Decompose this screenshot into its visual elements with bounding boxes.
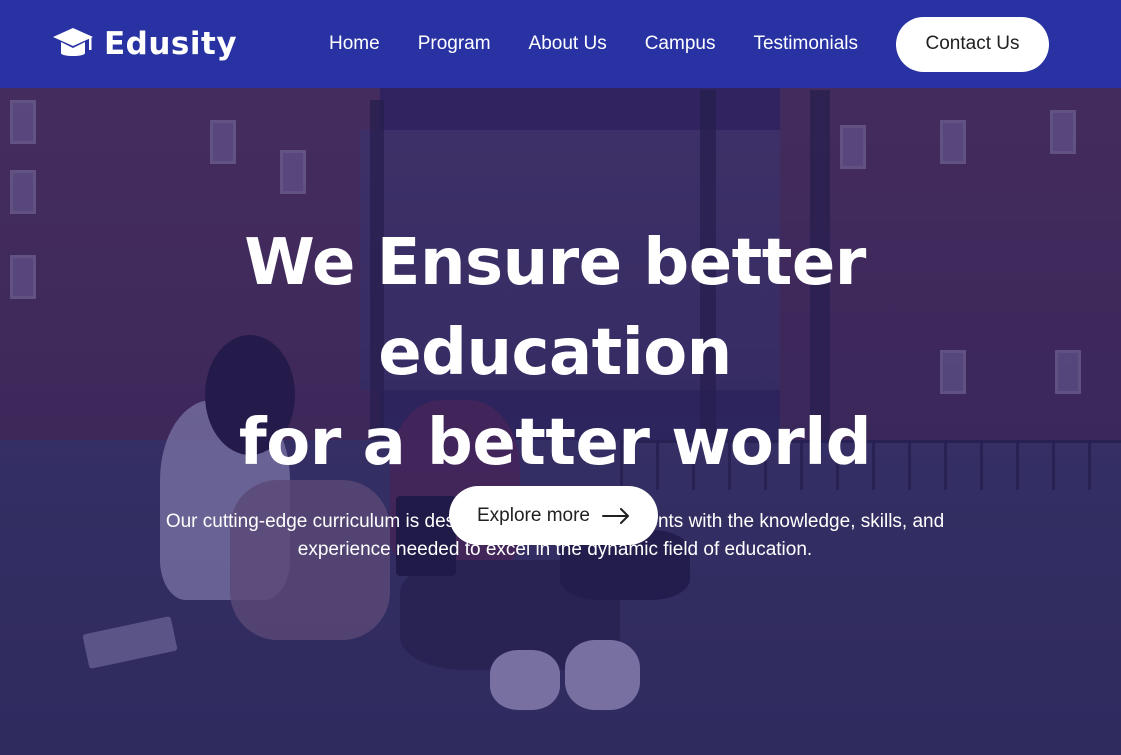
graduation-cap-icon — [53, 28, 93, 56]
nav-item-testimonials[interactable]: Testimonials — [753, 33, 858, 55]
nav-menu: Home Program About Us Campus Testimonial… — [329, 16, 1049, 72]
contact-us-button[interactable]: Contact Us — [896, 16, 1049, 72]
hero-section: We Ensure better education for a better … — [0, 0, 1121, 755]
navbar: Edusity Home Program About Us Campus Tes… — [0, 0, 1121, 88]
hero-title: We Ensure better education for a better … — [60, 218, 1050, 488]
nav-item-campus[interactable]: Campus — [645, 33, 716, 55]
brand-name: Edusity — [104, 26, 238, 62]
nav-item-home[interactable]: Home — [329, 33, 380, 55]
nav-item-program[interactable]: Program — [418, 33, 491, 55]
explore-more-label: Explore more — [477, 504, 590, 526]
explore-more-button[interactable]: Explore more — [449, 486, 658, 545]
logo[interactable]: Edusity — [52, 26, 237, 62]
nav-item-about-us[interactable]: About Us — [529, 33, 607, 55]
arrow-right-icon — [602, 507, 629, 524]
hero-title-line-1: We Ensure better education — [244, 226, 866, 390]
hero-title-line-2: for a better world — [238, 406, 872, 480]
